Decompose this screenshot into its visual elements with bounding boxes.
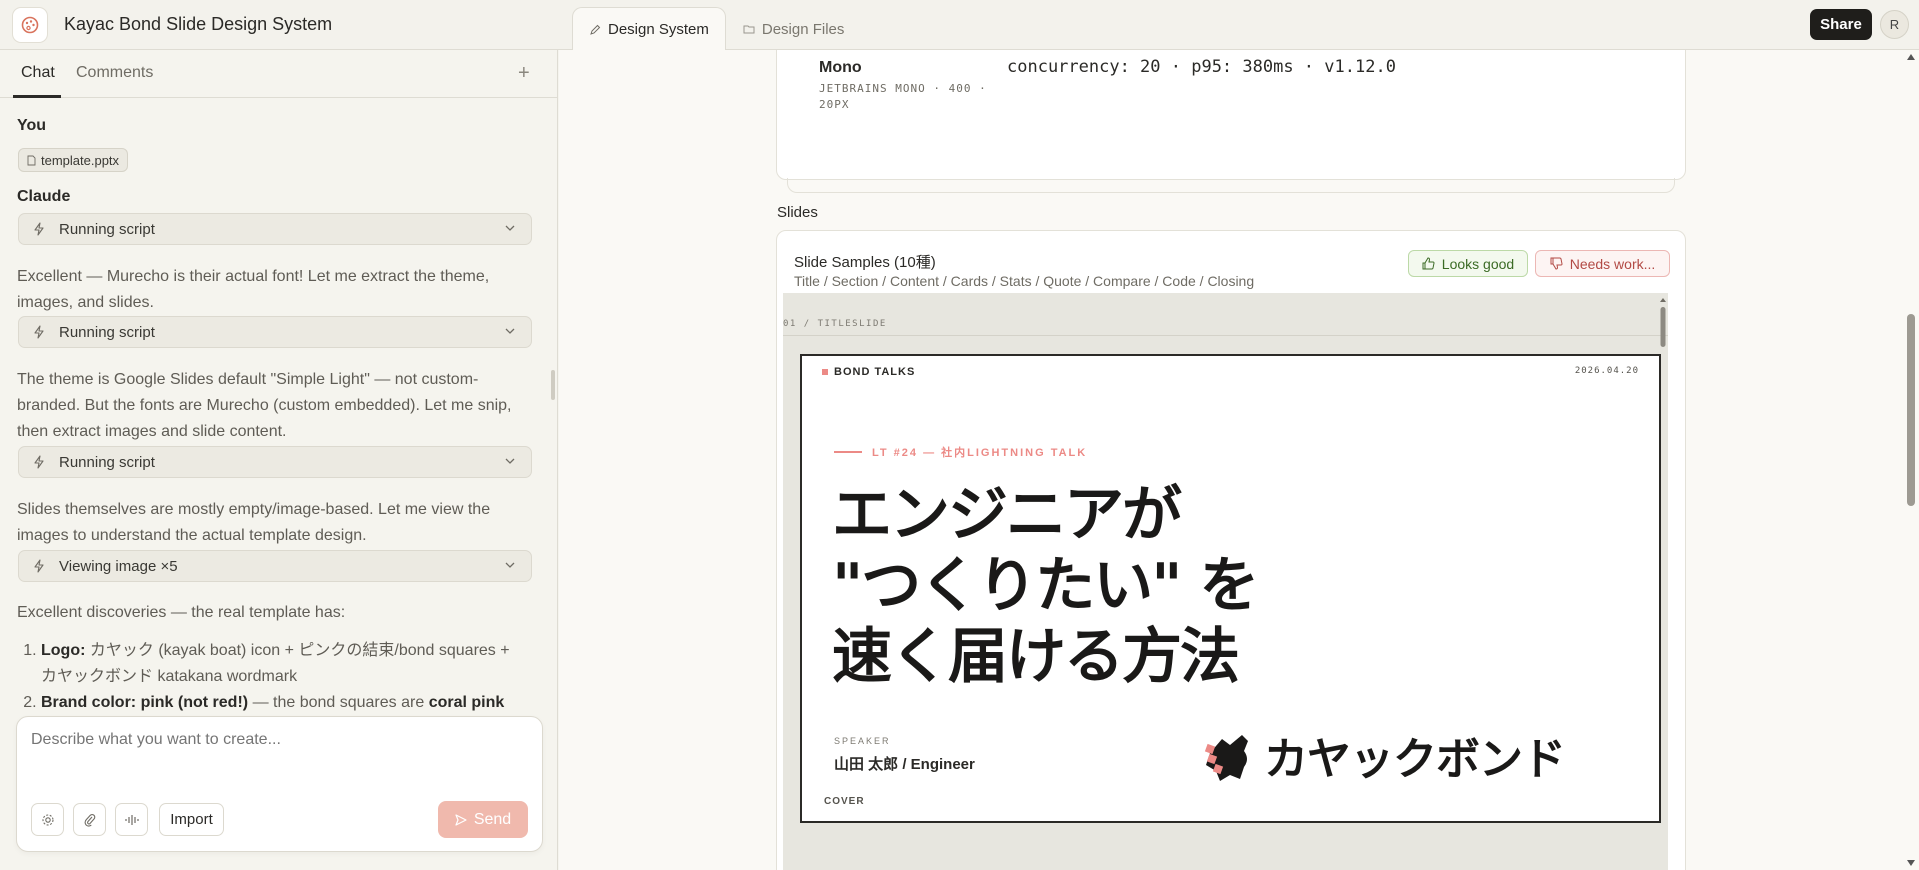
pen-icon: [590, 24, 601, 35]
send-icon: [455, 813, 467, 826]
slide-eyebrow: LT #24 — 社内LIGHTNING TALK: [834, 444, 1087, 460]
chevron-down-icon: [505, 225, 515, 231]
paperclip-icon[interactable]: [73, 803, 106, 836]
audio-icon[interactable]: [115, 803, 148, 836]
kayac-bond-logo: カヤックボンド: [1204, 734, 1566, 785]
slide-title-line: "つくりたい" を: [832, 551, 1259, 621]
assistant-message: The theme is Google Slides default "Simp…: [17, 371, 512, 440]
card-stack-shadow: [787, 178, 1675, 193]
list-item-text: カヤック (kayak boat) icon + ピンクの結束/bond squ…: [41, 642, 510, 685]
slide-title-line: エンジニアが: [832, 480, 1182, 550]
needs-work-button[interactable]: Needs work...: [1535, 250, 1670, 277]
thumbs-up-icon: [1422, 257, 1435, 270]
svg-text:カヤックボンド: カヤックボンド: [1264, 734, 1565, 785]
list-item-label: Brand color: pink (not red!): [41, 694, 249, 711]
list-item-label: Logo:: [41, 642, 86, 659]
tool-label: Running script: [59, 323, 155, 341]
font-spec: JETBRAINS MONO · 400 · 20PX: [819, 82, 987, 111]
lightning-icon: [34, 325, 44, 339]
user-author: You: [17, 117, 47, 134]
share-button[interactable]: Share: [1810, 9, 1872, 40]
chevron-down-icon: [505, 562, 515, 568]
import-button[interactable]: Import: [159, 803, 224, 836]
list-item-strong: coral pink: [428, 694, 505, 711]
chat-transcript[interactable]: You template.pptx Claude Running script …: [17, 98, 532, 758]
eyebrow-text: LT #24 — 社内LIGHTNING TALK: [872, 447, 1088, 459]
attachment-chip[interactable]: template.pptx: [18, 148, 129, 172]
canvas-scrollbar[interactable]: [1904, 50, 1918, 870]
font-role-name: Mono: [819, 59, 862, 76]
design-canvas[interactable]: Mono JETBRAINS MONO · 400 · 20PX concurr…: [559, 50, 1919, 870]
font-sample: concurrency: 20 · p95: 380ms · v1.12.0: [1007, 57, 1396, 77]
chat-panel: Chat Comments + You template.pptx Claude…: [0, 50, 558, 870]
send-button[interactable]: Send: [438, 801, 528, 838]
top-bar: Kayac Bond Slide Design System Design Sy…: [0, 0, 1919, 51]
slide-index-label: 01 / TITLESLIDE: [783, 319, 887, 329]
tab-label: Design Files: [761, 20, 845, 38]
folder-icon: [743, 25, 755, 34]
composer: Import Send: [16, 716, 543, 852]
eyebrow-rule: [834, 451, 862, 453]
tool-call-running-script[interactable]: Running script: [18, 446, 532, 478]
slide-samples-card: Slide Samples (10種) Title / Section / Co…: [776, 230, 1686, 870]
speaker-name: 山田 太郎 / Engineer: [834, 756, 975, 773]
settings-icon[interactable]: [31, 803, 64, 836]
chevron-down-icon: [505, 328, 515, 334]
lightning-icon: [34, 559, 44, 573]
assistant-message: Slides themselves are mostly empty/image…: [17, 501, 491, 544]
tab-design-files[interactable]: Design Files: [726, 7, 862, 50]
thumbs-down-icon: [1550, 257, 1563, 270]
lightning-icon: [34, 222, 44, 236]
list-item-text: — the bond squares are: [252, 694, 425, 711]
avatar[interactable]: R: [1880, 10, 1909, 39]
lightning-icon: [34, 455, 44, 469]
tab-label: Design System: [608, 21, 709, 38]
attachment-name: template.pptx: [41, 152, 120, 168]
send-label: Send: [473, 810, 512, 828]
slide-scrollbar[interactable]: [1659, 295, 1667, 735]
tool-call-viewing-image[interactable]: Viewing image ×5: [18, 550, 532, 582]
divider: [783, 335, 1668, 336]
slide-title: エンジニアが "つくりたい" を 速く届ける方法: [832, 480, 1259, 693]
section-title-slides: Slides: [777, 204, 818, 221]
tab-design-system[interactable]: Design System: [572, 7, 726, 51]
slide-brand: BOND TALKS: [822, 366, 915, 378]
discovery-list: Logo: カヤック (kayak boat) icon + ピンクの結束/bo…: [17, 638, 517, 716]
tool-label: Running script: [59, 453, 155, 471]
brand-square-icon: [822, 369, 828, 375]
card-subtitle: Title / Section / Content / Cards / Stat…: [794, 273, 1255, 289]
tool-call-running-script[interactable]: Running script: [18, 213, 532, 245]
assistant-message: Excellent discoveries — the real templat…: [17, 604, 346, 621]
tab-comments[interactable]: Comments: [76, 64, 153, 82]
brand-text: BOND TALKS: [834, 366, 916, 378]
panel-tabs: Chat Comments +: [0, 50, 558, 98]
list-item: Logo: カヤック (kayak boat) icon + ピンクの結束/bo…: [41, 638, 517, 690]
panel-resize-handle[interactable]: [551, 370, 555, 400]
new-chat-button[interactable]: +: [518, 62, 530, 85]
tool-label: Viewing image ×5: [59, 557, 178, 575]
card-title: Slide Samples (10種): [794, 254, 936, 271]
slide-viewport[interactable]: 01 / TITLESLIDE BOND TALKS 2026.04.20 LT…: [783, 293, 1668, 870]
palette-icon[interactable]: [12, 7, 48, 43]
chevron-down-icon: [505, 458, 515, 464]
typography-card-mono: Mono JETBRAINS MONO · 400 · 20PX concurr…: [776, 50, 1686, 180]
file-icon: [27, 155, 36, 165]
slide-date: 2026.04.20: [1574, 366, 1639, 376]
title-slide: BOND TALKS 2026.04.20 LT #24 — 社内LIGHTNI…: [800, 354, 1661, 823]
tool-call-running-script[interactable]: Running script: [18, 316, 532, 348]
assistant-author: Claude: [17, 188, 71, 205]
assistant-message: Excellent — Murecho is their actual font…: [17, 268, 490, 311]
slide-title-line: 速く届ける方法: [832, 622, 1240, 692]
app-title: Kayac Bond Slide Design System: [64, 14, 333, 34]
needs-work-label: Needs work...: [1569, 255, 1656, 272]
file-tabs: Design System Design Files: [572, 7, 862, 51]
slide-layout-label: COVER: [824, 796, 865, 807]
tool-label: Running script: [59, 220, 155, 238]
looks-good-label: Looks good: [1441, 255, 1515, 272]
prompt-input[interactable]: [31, 731, 521, 749]
looks-good-button[interactable]: Looks good: [1408, 250, 1528, 277]
list-item: Brand color: pink (not red!) — the bond …: [41, 690, 517, 716]
speaker-label: SPEAKER: [834, 736, 891, 746]
tab-chat[interactable]: Chat: [21, 64, 55, 82]
